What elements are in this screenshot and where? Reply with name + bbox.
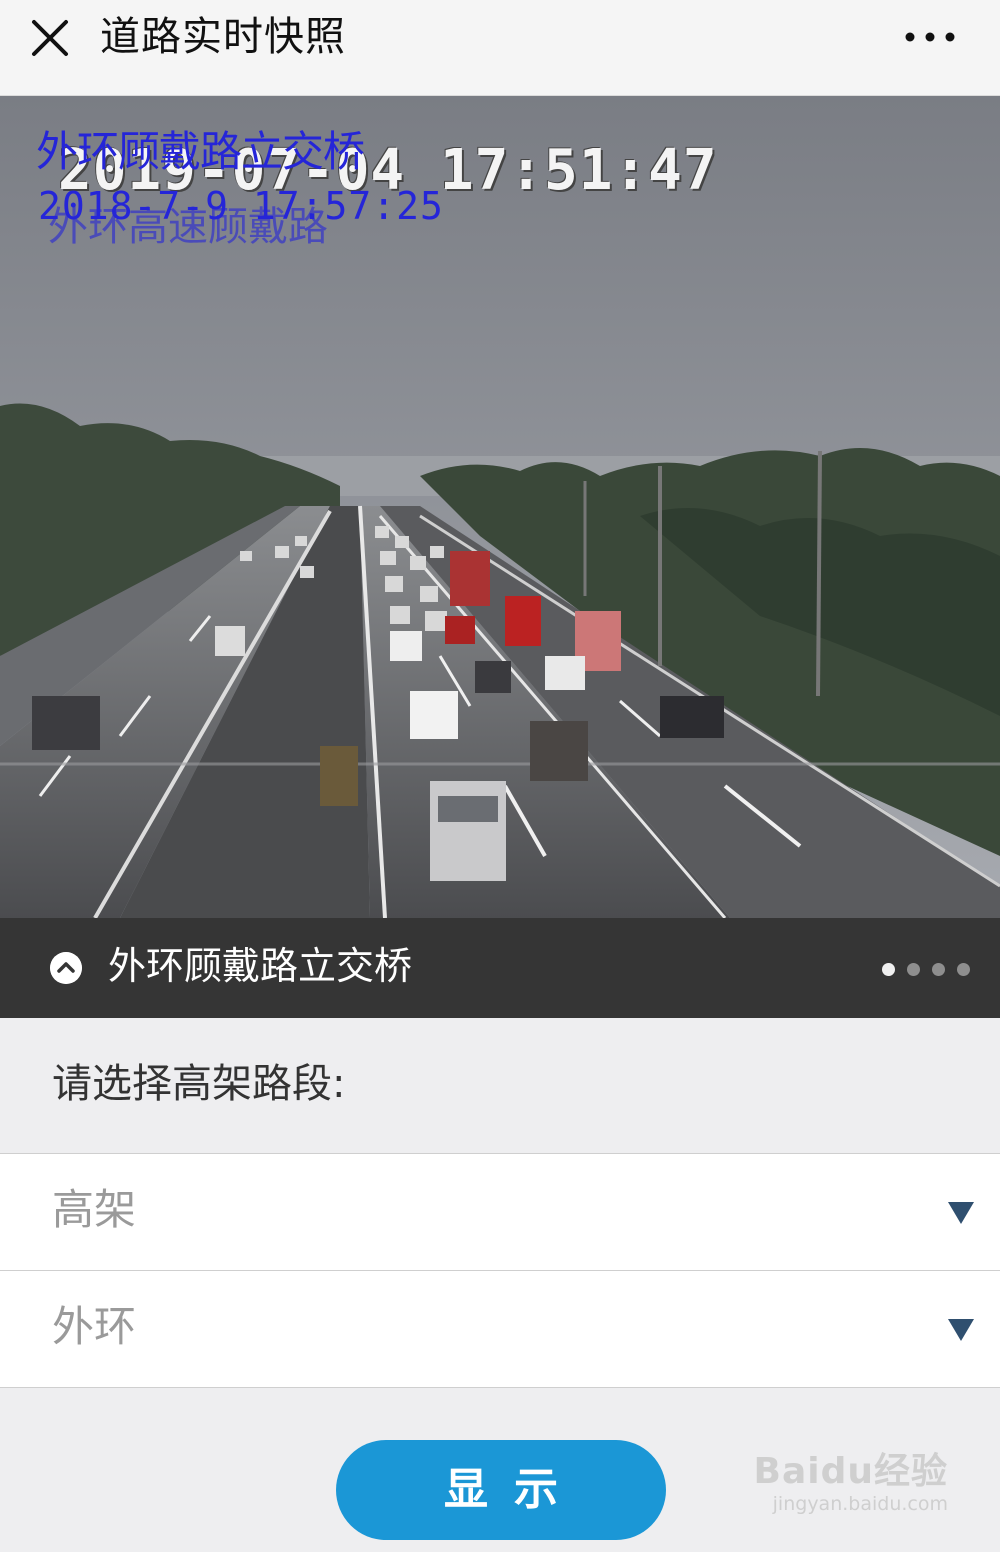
page-title: 道路实时快照 [100, 14, 346, 60]
select-value: 高架 [52, 1185, 137, 1234]
show-button[interactable]: 显示 [336, 1440, 666, 1540]
watermark-logo: Baidu经验 [753, 1451, 948, 1492]
baidu-jingyan-watermark: Baidu经验 jingyan.baidu.com [754, 1452, 948, 1516]
caption-label: 外环顾戴路立交桥 [108, 944, 413, 988]
road-section-select[interactable]: 外环 [0, 1270, 1000, 1388]
carousel-pagination [870, 961, 970, 980]
watermark-url: jingyan.baidu.com [772, 1493, 948, 1515]
select-prompt: 请选择高架路段: [52, 1061, 346, 1107]
osd-timestamp-overlay: 2018-7-9 17:57:25 [38, 184, 444, 228]
pagination-dot[interactable] [882, 963, 895, 976]
elevated-road-select[interactable]: 高架 [0, 1153, 1000, 1271]
traffic-camera-snapshot[interactable]: 外环高速顾戴路 2019-07-04 17:51:47 外环顾戴路立交桥 201… [0, 96, 1000, 918]
dropdown-arrow-icon [948, 1202, 974, 1224]
pagination-dot[interactable] [957, 963, 970, 976]
select-value: 外环 [52, 1302, 137, 1351]
pagination-dot[interactable] [907, 963, 920, 976]
osd-location: 外环顾戴路立交桥 [36, 127, 365, 176]
dropdown-arrow-icon [948, 1319, 974, 1341]
chevron-up-icon[interactable] [50, 952, 82, 984]
snapshot-caption-bar: 外环顾戴路立交桥 [0, 918, 1000, 1018]
more-icon[interactable] [900, 22, 960, 52]
top-bar: 道路实时快照 [0, 0, 1000, 96]
close-icon[interactable] [28, 16, 72, 60]
pagination-dot[interactable] [932, 963, 945, 976]
